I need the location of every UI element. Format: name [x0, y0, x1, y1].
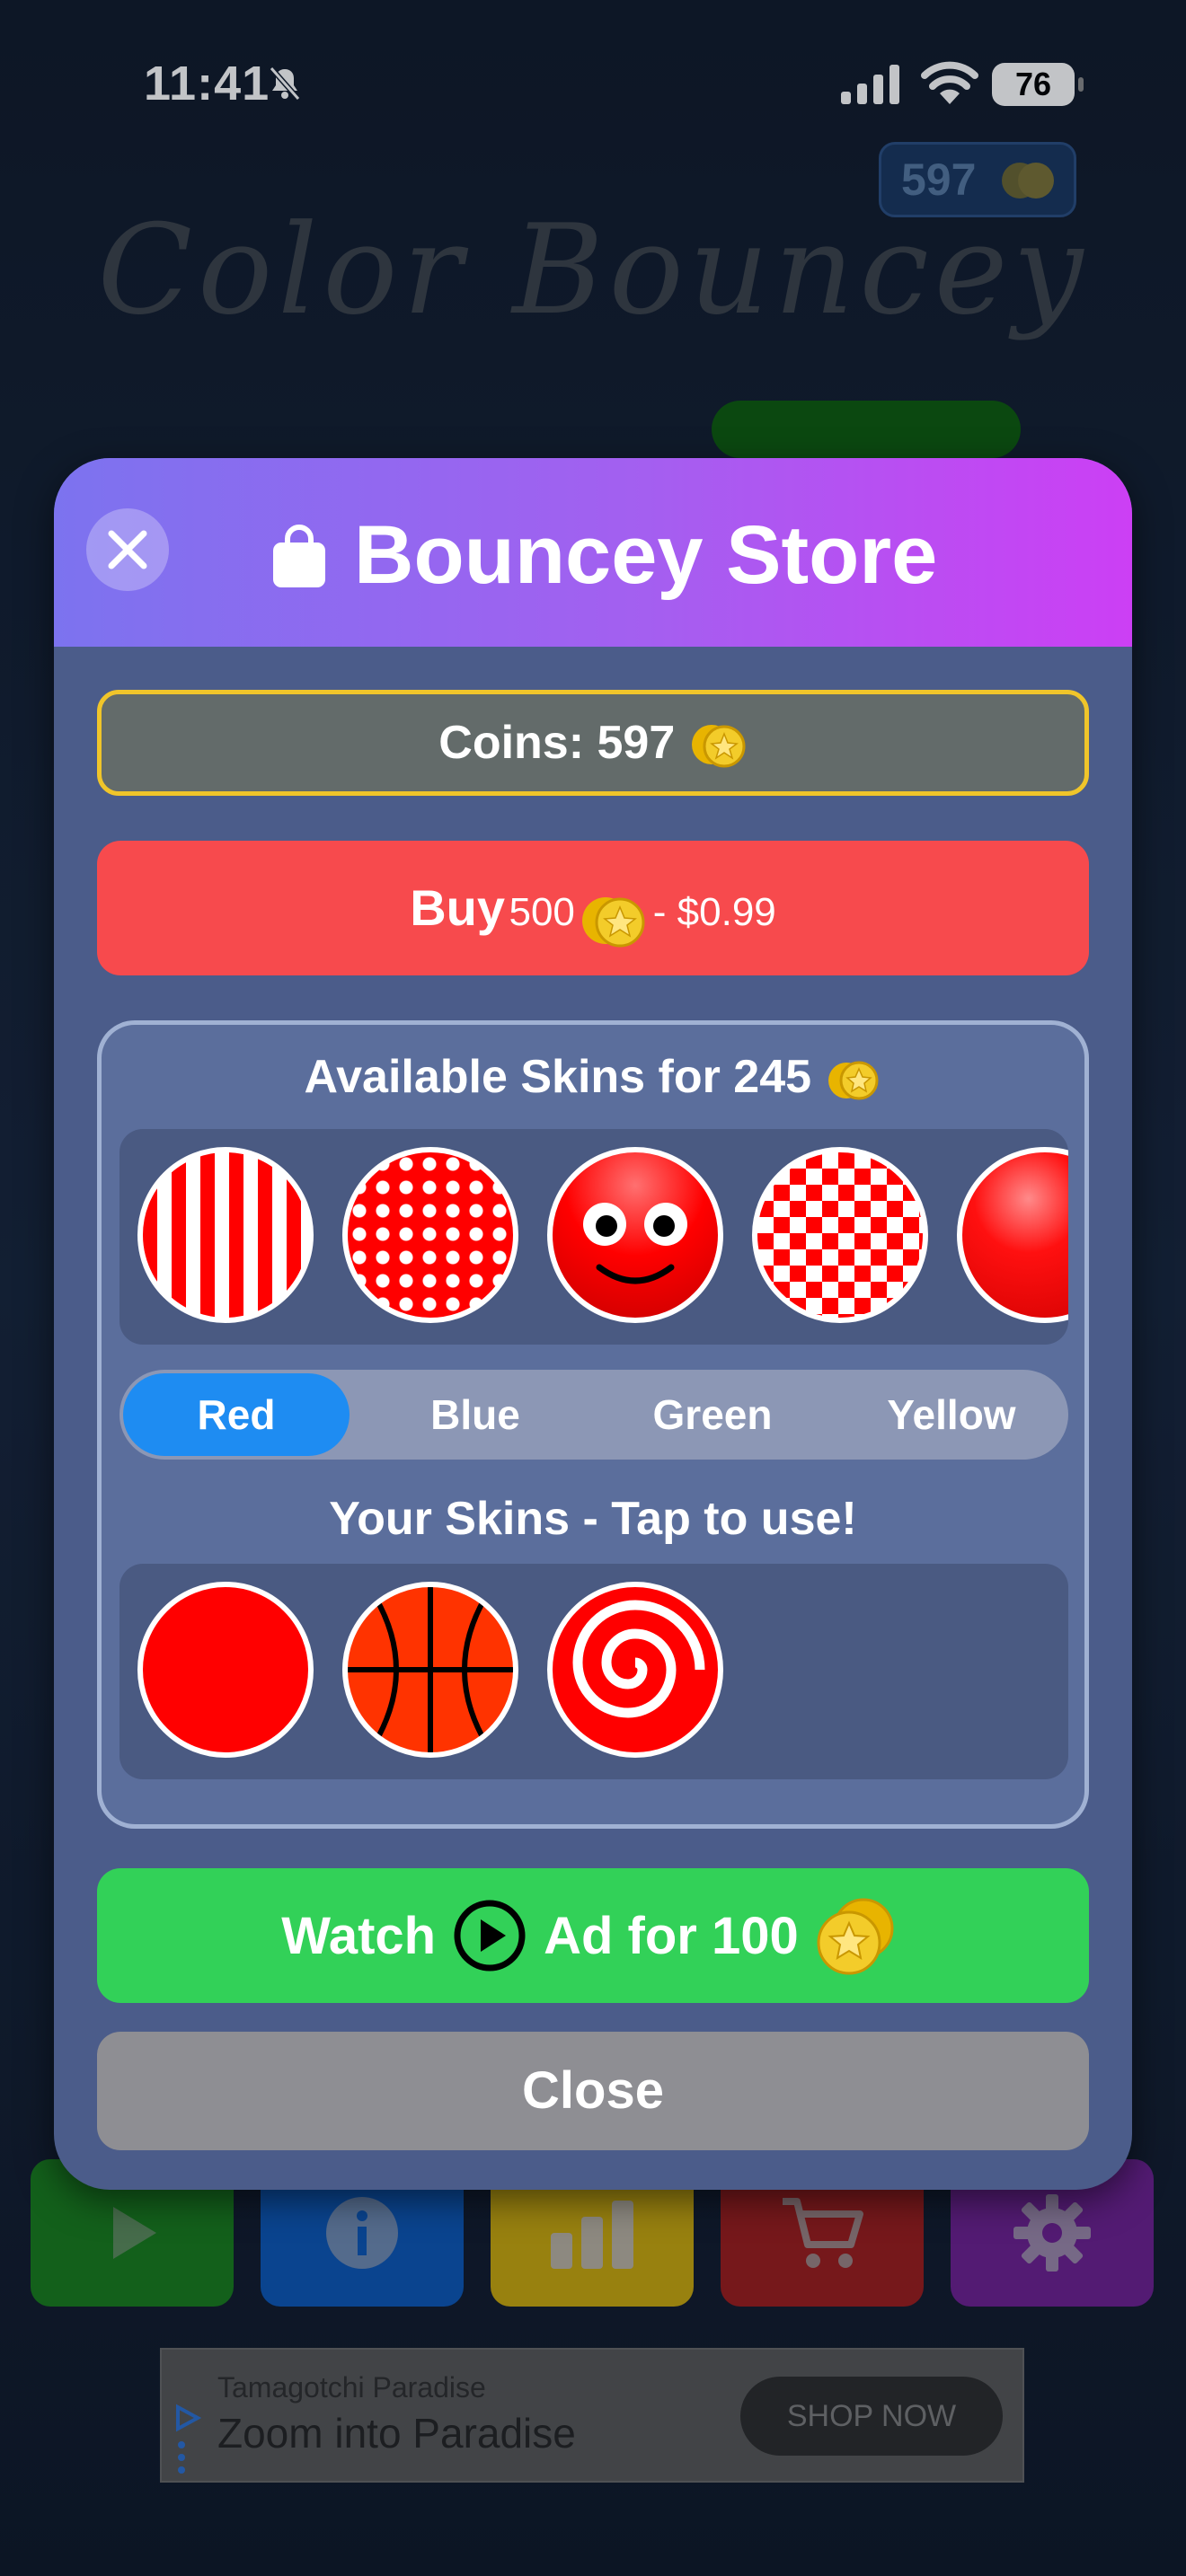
available-skins-label: Available Skins for 245: [304, 1051, 812, 1103]
buy-price: - $0.99: [652, 890, 776, 934]
skin-basketball[interactable]: [342, 1582, 518, 1758]
color-segmented-control: Red Blue Green Yellow: [119, 1370, 1068, 1460]
owned-skins-row: [119, 1564, 1068, 1779]
available-skins-title: Available Skins for 245: [102, 1050, 1084, 1104]
available-skins-row[interactable]: [119, 1129, 1068, 1345]
watch-reward-label: Ad for 100: [544, 1906, 799, 1965]
watch-label: Watch: [281, 1906, 437, 1965]
coins-display: Coins: 597: [97, 690, 1089, 796]
skin-smiley-face[interactable]: [547, 1147, 723, 1323]
play-circle-icon: [454, 1900, 526, 1972]
buy-label: Buy: [410, 879, 506, 936]
skin-polka-dots[interactable]: [342, 1147, 518, 1323]
tab-red[interactable]: Red: [123, 1373, 350, 1456]
tab-blue[interactable]: Blue: [364, 1373, 587, 1456]
smiley-face-icon: [583, 1203, 687, 1284]
tab-green[interactable]: Green: [599, 1373, 826, 1456]
skin-glossy[interactable]: [957, 1147, 1068, 1323]
coin-icon: [582, 896, 645, 948]
your-skins-title: Your Skins - Tap to use!: [329, 1493, 857, 1545]
coin-icon: [691, 725, 746, 768]
skin-spiral[interactable]: [547, 1582, 723, 1758]
buy-amount: 500: [509, 890, 575, 934]
skin-stripes[interactable]: [137, 1147, 314, 1323]
close-x-button[interactable]: [86, 508, 169, 591]
store-header: Bouncey Store: [54, 458, 1132, 647]
coin-icon: [828, 1061, 878, 1100]
spiral-icon: [572, 1600, 705, 1718]
skin-solid-red[interactable]: [137, 1582, 314, 1758]
buy-coins-button[interactable]: Buy 500 - $0.99: [97, 841, 1089, 975]
skin-checkerboard[interactable]: [752, 1147, 928, 1323]
coin-stack-icon: [817, 1898, 894, 1975]
close-icon: [108, 530, 147, 569]
store-modal: Bouncey Store Coins: 597 Buy 500 - $0.99…: [54, 458, 1132, 2190]
store-title: Bouncey Store: [354, 509, 938, 601]
basketball-icon: [348, 1587, 513, 1752]
skins-panel: Available Skins for 245 Red Blue Green Y…: [97, 1020, 1089, 1829]
tab-yellow[interactable]: Yellow: [838, 1373, 1065, 1456]
shopping-bag-icon: [273, 525, 325, 587]
close-button[interactable]: Close: [97, 2032, 1089, 2150]
coins-label: Coins: 597: [438, 717, 676, 769]
watch-ad-button[interactable]: Watch Ad for 100: [97, 1868, 1089, 2003]
